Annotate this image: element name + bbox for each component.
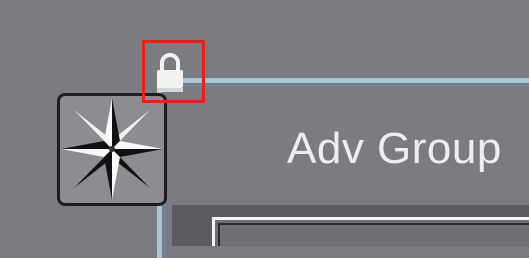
compass-icon[interactable] — [57, 93, 167, 206]
group-title: Adv Group — [287, 124, 502, 173]
editor-canvas: Adv Group — [0, 0, 529, 258]
compass-rose-graphic — [61, 98, 163, 200]
group-inner-panel[interactable] — [212, 217, 529, 246]
lock-highlight-box — [142, 40, 205, 103]
